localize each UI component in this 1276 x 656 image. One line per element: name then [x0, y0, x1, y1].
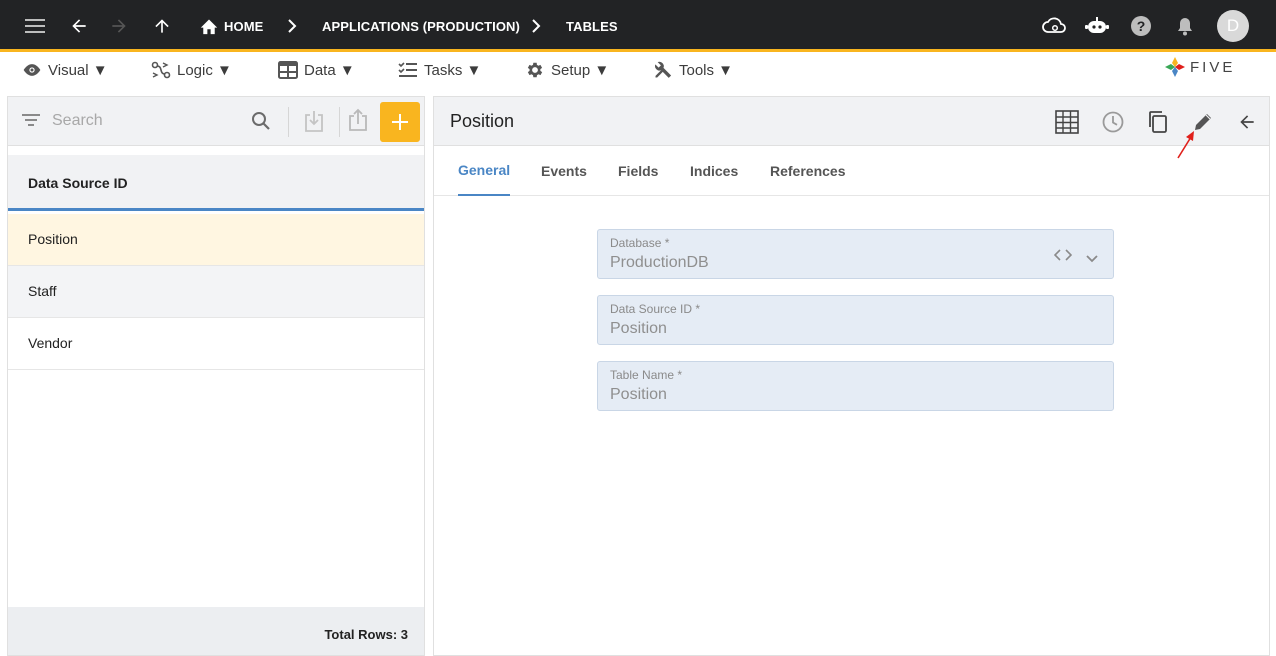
data-source-id-label: Data Source ID * [610, 302, 701, 316]
table-grid-icon [278, 61, 298, 79]
menu-tasks[interactable]: Tasks ▼ [398, 52, 481, 88]
tab-references[interactable]: References [770, 146, 846, 196]
table-name-label: Table Name * [610, 368, 683, 382]
five-logo-mark-icon [1165, 57, 1185, 77]
menu-setup-label: Setup ▼ [551, 61, 610, 79]
code-brackets-icon[interactable] [1053, 248, 1073, 266]
breadcrumb-home[interactable]: HOME [224, 0, 263, 52]
annotation-arrow-icon [1176, 130, 1198, 165]
tab-indices[interactable]: Indices [690, 146, 738, 196]
menu-logic[interactable]: Logic ▼ [151, 52, 232, 88]
menu-logic-label: Logic ▼ [177, 61, 232, 79]
database-field-label: Database * [610, 236, 670, 250]
user-avatar[interactable]: D [1217, 10, 1249, 42]
top-bar: HOME APPLICATIONS (PRODUCTION) TABLES ? … [0, 0, 1276, 52]
tools-icon [655, 61, 672, 78]
list-item-staff[interactable]: Staff [8, 266, 424, 318]
chatbot-icon[interactable] [1084, 0, 1110, 52]
menu-visual-label: Visual ▼ [48, 61, 108, 79]
hamburger-menu-icon[interactable] [22, 0, 48, 52]
list-item-position[interactable]: Position [8, 214, 424, 266]
copy-icon[interactable] [1145, 109, 1171, 135]
detail-header: Position [434, 97, 1269, 146]
table-view-icon[interactable] [1054, 109, 1080, 135]
database-select-field[interactable]: Database * ProductionDB [597, 229, 1114, 279]
data-source-id-value: Position [610, 320, 667, 337]
plus-icon [392, 114, 408, 130]
record-title: Position [450, 111, 515, 131]
close-back-arrow-icon[interactable] [1234, 109, 1260, 135]
chevron-down-icon[interactable] [1086, 250, 1098, 268]
search-input[interactable]: Search [52, 112, 103, 130]
menu-tools-label: Tools ▼ [679, 61, 734, 79]
forward-arrow-icon[interactable] [106, 0, 132, 52]
add-record-button[interactable] [380, 102, 420, 142]
database-field-value: ProductionDB [610, 254, 709, 271]
filter-icon[interactable] [22, 113, 40, 132]
toolbar-divider [288, 107, 289, 137]
home-icon[interactable] [198, 0, 220, 52]
history-clock-icon[interactable] [1100, 109, 1126, 135]
list-item-label: Vendor [28, 335, 73, 351]
table-name-value: Position [610, 386, 667, 403]
menu-data[interactable]: Data ▼ [278, 52, 355, 88]
logic-flow-icon [151, 61, 171, 79]
total-rows-count: Total Rows: 3 [324, 627, 408, 642]
column-header-label: Data Source ID [28, 175, 128, 191]
svg-text:?: ? [1137, 18, 1146, 34]
column-header-data-source-id[interactable]: Data Source ID [8, 155, 424, 211]
toolbar-divider [339, 107, 340, 137]
import-icon[interactable] [304, 109, 324, 138]
back-arrow-icon[interactable] [66, 0, 92, 52]
breadcrumb-tables[interactable]: TABLES [566, 0, 618, 52]
tab-general[interactable]: General [458, 146, 511, 196]
cloud-settings-icon[interactable] [1041, 0, 1067, 52]
chevron-right-icon [528, 0, 544, 52]
menu-tools[interactable]: Tools ▼ [653, 52, 733, 88]
checklist-icon [398, 62, 417, 77]
tab-events[interactable]: Events [541, 146, 587, 196]
table-name-field[interactable]: Table Name * Position [597, 361, 1114, 411]
five-logo-text: FIVE [1190, 58, 1236, 76]
menu-setup[interactable]: Setup ▼ [525, 52, 609, 88]
menu-tasks-label: Tasks ▼ [424, 61, 482, 79]
help-icon[interactable]: ? [1129, 0, 1153, 52]
search-icon[interactable] [251, 111, 271, 136]
gear-icon [527, 62, 543, 78]
menu-visual[interactable]: Visual ▼ [22, 52, 108, 88]
record-detail-panel: Position General Events Fields Indices R… [433, 96, 1270, 656]
record-list-panel: Search Data Source ID Position Staff Ven… [7, 96, 425, 656]
list-toolbar: Search [8, 97, 424, 146]
list-item-label: Position [28, 231, 78, 247]
menu-bar: Visual ▼ Logic ▼ Data ▼ Tasks ▼ Setup ▼ … [0, 52, 1276, 88]
eye-icon [23, 64, 41, 76]
tab-fields[interactable]: Fields [618, 146, 658, 196]
up-arrow-icon[interactable] [150, 0, 174, 52]
chevron-right-icon [284, 0, 300, 52]
breadcrumb-applications[interactable]: APPLICATIONS (PRODUCTION) [322, 0, 520, 52]
export-icon[interactable] [348, 108, 368, 137]
list-item-label: Staff [28, 283, 57, 299]
data-source-id-field[interactable]: Data Source ID * Position [597, 295, 1114, 345]
notification-bell-icon[interactable] [1173, 0, 1197, 52]
menu-data-label: Data ▼ [304, 61, 355, 79]
list-footer: Total Rows: 3 [8, 607, 424, 655]
five-logo: FIVE [1164, 56, 1235, 78]
list-item-vendor[interactable]: Vendor [8, 318, 424, 370]
detail-tabs: General Events Fields Indices References [434, 146, 1269, 196]
